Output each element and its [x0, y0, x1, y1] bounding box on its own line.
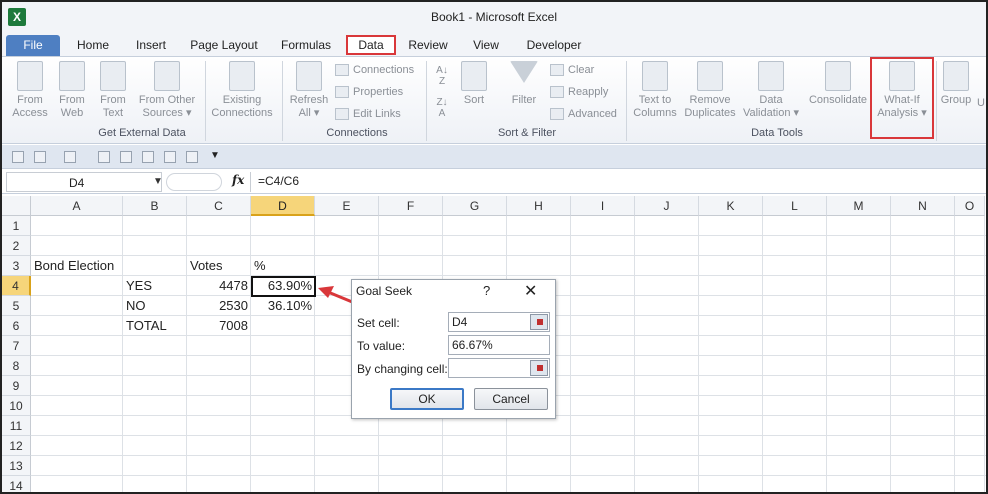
set-cell-field[interactable]: D4 — [448, 312, 550, 332]
to-value-label: To value: — [357, 339, 406, 353]
close-icon[interactable]: ✕ — [524, 281, 537, 301]
to-value-field[interactable]: 66.67% — [448, 335, 550, 355]
collapse-dialog-icon[interactable] — [530, 314, 548, 330]
annotation-arrow — [318, 286, 397, 322]
to-value-value: 66.67% — [452, 338, 493, 352]
ok-button[interactable]: OK — [390, 388, 464, 410]
dialog-title: Goal Seek — [356, 284, 413, 298]
set-cell-value: D4 — [452, 315, 468, 329]
collapse-dialog-icon[interactable] — [530, 360, 548, 376]
goal-seek-dialog: Goal Seek ? ✕ Set cell: D4 To value: 66.… — [351, 279, 556, 419]
set-cell-label: Set cell: — [357, 316, 400, 330]
help-icon[interactable]: ? — [483, 283, 490, 298]
excel-window: X Book1 - Microsoft Excel File Home Inse… — [0, 0, 988, 494]
cancel-button[interactable]: Cancel — [474, 388, 548, 410]
by-changing-cell-label: By changing cell: — [357, 362, 448, 376]
by-changing-cell-field[interactable] — [448, 358, 550, 378]
